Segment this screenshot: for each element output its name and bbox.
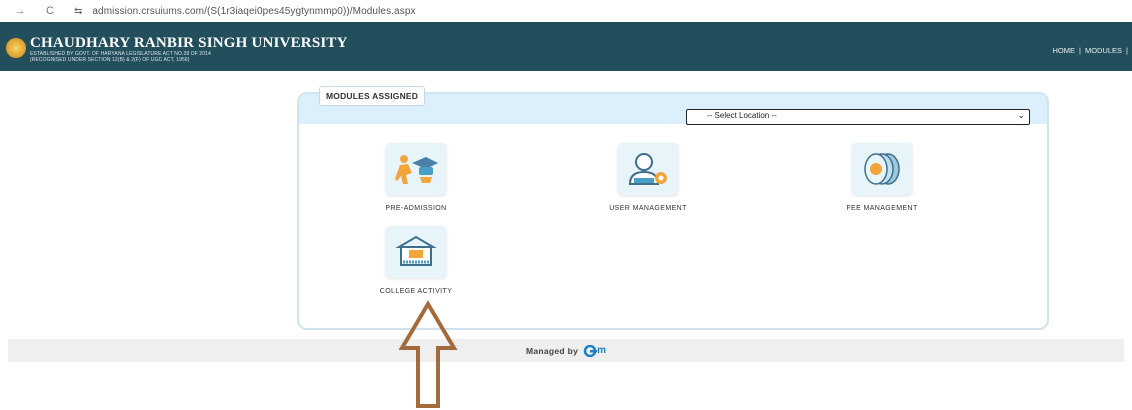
location-select[interactable]: -- Select Location -- ⌄ (686, 109, 1030, 125)
managed-by-text: Managed by (525, 345, 579, 356)
site-info-icon[interactable]: ⇆ (74, 6, 82, 17)
url-text[interactable]: admission.crsuiums.com/(S(1r3iaqei0pes45… (92, 6, 415, 17)
module-pre-admission[interactable]: PRE-ADMISSION (316, 143, 516, 212)
chevron-down-icon: ⌄ (1017, 110, 1025, 120)
graduate-cap-icon (395, 155, 438, 184)
vendor-logo-icon (583, 344, 598, 357)
panel-title: MODULES ASSIGNED (319, 86, 426, 106)
module-college-activity[interactable]: COLLEGE ACTIVITY (316, 226, 516, 295)
vendor-logo-text: m (597, 345, 607, 356)
top-nav: HOME | MODULES | (1053, 46, 1129, 55)
nav-modules-link[interactable]: MODULES (1085, 46, 1122, 55)
college-activity-tile[interactable] (386, 226, 446, 278)
user-settings-icon (628, 153, 667, 185)
university-name: CHAUDHARY RANBIR SINGH UNIVERSITY (30, 35, 348, 51)
nav-separator: | (1079, 46, 1081, 55)
module-user-management[interactable]: USER MANAGEMENT (548, 143, 748, 212)
nav-home-link[interactable]: HOME (1053, 46, 1076, 55)
university-logo-icon (6, 38, 26, 58)
college-building-icon (395, 235, 437, 266)
module-fee-management[interactable]: FEE MANAGEMENT (782, 143, 982, 212)
fee-management-tile[interactable] (852, 143, 912, 195)
location-select-value: -- Select Location -- (707, 111, 777, 120)
vendor-logo: m (583, 344, 607, 357)
nav-separator: | (1126, 46, 1128, 55)
browser-address-bar: → C ⇆ admission.crsuiums.com/(S(1r3iaqei… (0, 0, 1132, 22)
up-arrow-annotation-icon (398, 300, 458, 408)
forward-arrow-icon[interactable]: → (12, 5, 28, 17)
site-header: CHAUDHARY RANBIR SINGH UNIVERSITY ESTABL… (0, 22, 1132, 71)
module-label: FEE MANAGEMENT (846, 205, 918, 212)
module-label: PRE-ADMISSION (385, 205, 447, 212)
pre-admission-tile[interactable] (386, 143, 446, 195)
module-label: USER MANAGEMENT (609, 205, 687, 212)
user-management-tile[interactable] (618, 143, 678, 195)
site-footer: Managed by m (8, 339, 1124, 362)
university-subtitle-2: (RECOGNISED UNDER SECTION 12(B) & 2(F) O… (30, 57, 190, 63)
coins-icon (864, 153, 900, 185)
module-label: COLLEGE ACTIVITY (379, 288, 453, 295)
reload-icon[interactable]: C (42, 5, 58, 17)
